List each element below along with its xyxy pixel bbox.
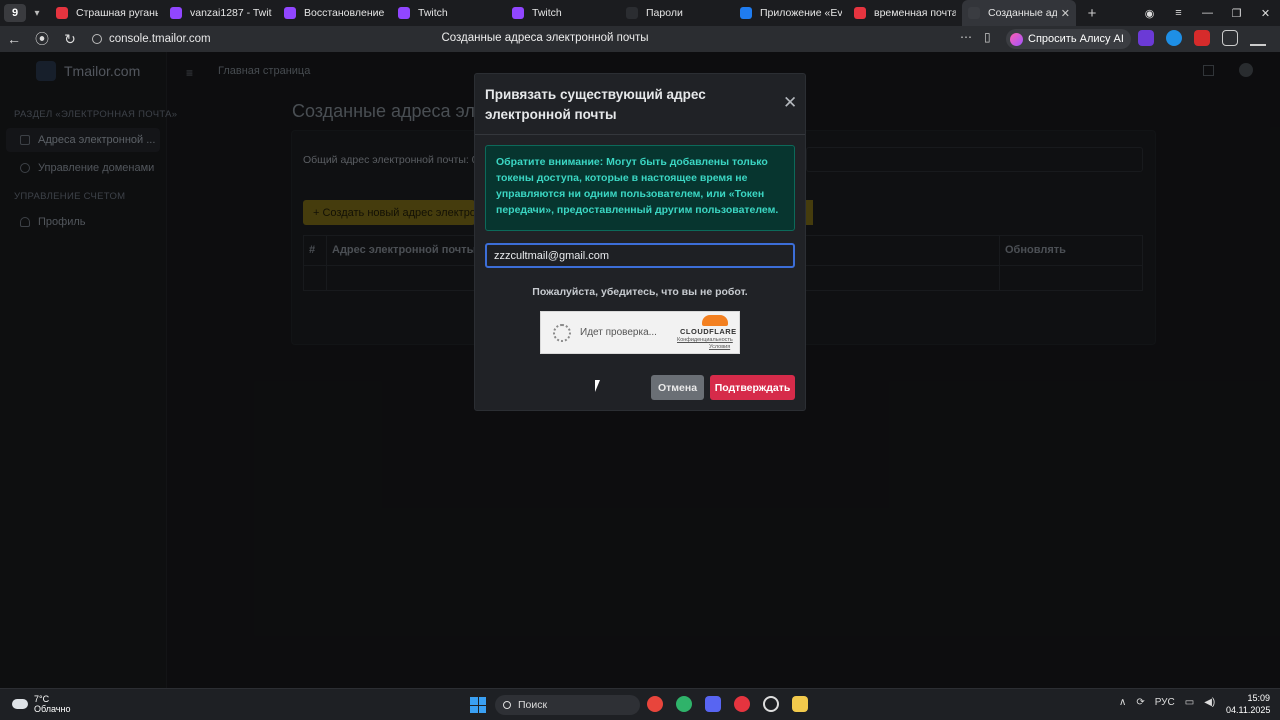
close-icon[interactable]: ✕	[783, 93, 797, 113]
minimize-button[interactable]: —	[1193, 7, 1222, 19]
extensions	[1138, 30, 1266, 46]
twitch-icon	[398, 7, 410, 19]
weather-widget[interactable]: 7°C Облачно	[12, 694, 70, 714]
browser-tab[interactable]: временная почта —	[848, 0, 962, 26]
cloudflare-captcha[interactable]: Идет проверка... CLOUDFLARE Конфиденциал…	[540, 311, 740, 354]
sync-icon[interactable]: ⟳	[1136, 697, 1144, 708]
extension-icon[interactable]	[1166, 30, 1182, 46]
steam-icon[interactable]	[763, 696, 779, 712]
dialog-divider	[475, 134, 805, 135]
yandex-browser-icon[interactable]	[734, 696, 750, 712]
page-title: Созданные адреса электронной почты	[441, 32, 649, 44]
close-tab-icon[interactable]: ✕	[1061, 7, 1070, 20]
tab-list-chevron-icon[interactable]: ▾	[28, 8, 46, 19]
clock[interactable]: 15:09 04.11.2025	[1226, 692, 1270, 716]
cloud-icon	[12, 699, 28, 709]
windows-start-icon[interactable]	[470, 697, 486, 713]
browser-tab[interactable]: Пароли	[620, 0, 734, 26]
key-icon	[626, 7, 638, 19]
language-indicator[interactable]: РУС	[1155, 697, 1175, 708]
tab-label: Восстановление уч	[304, 7, 386, 19]
tab-label: vanzai1287 - Twitch	[190, 7, 272, 19]
browser-tab[interactable]: Восстановление уч	[278, 0, 392, 26]
search-label: Поиск	[518, 699, 548, 711]
tab-label: Twitch	[532, 7, 562, 19]
time: 15:09	[1247, 693, 1270, 703]
discord-icon[interactable]	[705, 696, 721, 712]
page-icon	[968, 7, 980, 19]
browser-tab[interactable]: Приложение «Evap	[734, 0, 848, 26]
edge-icon[interactable]	[676, 696, 692, 712]
browser-tab[interactable]: Страшная ругань пр	[50, 0, 164, 26]
tab-strip: Страшная ругань пр vanzai1287 - Twitch Вос…	[50, 0, 1076, 26]
captcha-status: Идет проверка...	[580, 327, 657, 338]
spinner-icon	[553, 324, 571, 342]
notice-alert: Обратите внимание: Могут быть добавлены …	[485, 145, 795, 231]
yandex-icon	[56, 7, 68, 19]
confirm-button[interactable]: Подтверждать	[710, 375, 795, 400]
more-icon[interactable]: ⋯	[960, 30, 972, 44]
mouse-cursor-icon	[595, 380, 605, 392]
taskbar-apps	[647, 696, 808, 712]
twitch-icon	[284, 7, 296, 19]
privacy-link[interactable]: Конфиденциальность	[677, 337, 733, 343]
yandex-icon	[854, 7, 866, 19]
bookmark-icon[interactable]: ▯	[984, 30, 991, 44]
taskbar	[0, 688, 1280, 720]
network-icon[interactable]: ▭	[1185, 697, 1194, 708]
alice-icon	[1010, 32, 1023, 46]
tab-label: Пароли	[646, 7, 683, 19]
menu-icon[interactable]: ≡	[1164, 7, 1193, 19]
terms-link[interactable]: Условия	[709, 344, 730, 350]
cloudflare-brand: CLOUDFLARE	[680, 327, 737, 336]
browser-tab[interactable]: vanzai1287 - Twitch	[164, 0, 278, 26]
date: 04.11.2025	[1226, 705, 1271, 715]
address-actions: ⋯ ▯	[960, 30, 991, 44]
extension-icon[interactable]	[1194, 30, 1210, 46]
browser-tab[interactable]: Twitch	[506, 0, 620, 26]
ask-alice-button[interactable]: Спросить Алису AI	[1006, 29, 1131, 49]
temperature: 7°C	[34, 694, 50, 704]
dialog-title: Привязать существующий адрес электронной…	[485, 87, 706, 122]
collections-icon[interactable]	[1222, 30, 1238, 46]
browser-tab-bar: 9 ▾ Страшная ругань пр vanzai1287 - Twitc…	[0, 0, 1280, 26]
profile-icon[interactable]: ◉	[1135, 7, 1164, 20]
alice-label: Спросить Алису AI	[1028, 33, 1124, 45]
search-icon	[503, 701, 511, 709]
taskbar-search[interactable]: Поиск	[495, 695, 640, 715]
extension-icon[interactable]	[1138, 30, 1154, 46]
file-explorer-icon[interactable]	[792, 696, 808, 712]
appstore-icon	[740, 7, 752, 19]
download-icon[interactable]	[1250, 30, 1266, 46]
new-tab-button[interactable]: +	[1082, 5, 1102, 22]
weather-condition: Облачно	[34, 704, 71, 714]
volume-icon[interactable]: ◀)	[1204, 697, 1215, 708]
window-controls: ◉ ≡ — ❐ ✕	[1135, 7, 1280, 20]
tab-label: Страшная ругань пр	[76, 7, 158, 19]
twitch-icon	[512, 7, 524, 19]
captcha-prompt: Пожалуйста, убедитесь, что вы не робот.	[532, 286, 748, 298]
cancel-button[interactable]: Отмена	[651, 375, 704, 400]
email-field[interactable]	[485, 243, 795, 268]
browser-tab[interactable]: Twitch	[392, 0, 506, 26]
tab-label: Twitch	[418, 7, 448, 19]
maximize-button[interactable]: ❐	[1222, 7, 1251, 20]
tab-label: Созданные адрес	[988, 7, 1057, 19]
close-window-button[interactable]: ✕	[1251, 7, 1280, 20]
chrome-icon[interactable]	[647, 696, 663, 712]
system-tray: ∧ ⟳ РУС ▭ ◀)	[1119, 697, 1215, 708]
tab-label: Приложение «Evap	[760, 7, 842, 19]
browser-tab[interactable]: Созданные адрес ✕	[962, 0, 1076, 26]
tab-label: временная почта —	[874, 7, 956, 19]
twitch-icon	[170, 7, 182, 19]
chevron-up-icon[interactable]: ∧	[1119, 697, 1126, 708]
tab-counter[interactable]: 9	[4, 4, 26, 22]
cloudflare-logo-icon	[702, 315, 728, 326]
